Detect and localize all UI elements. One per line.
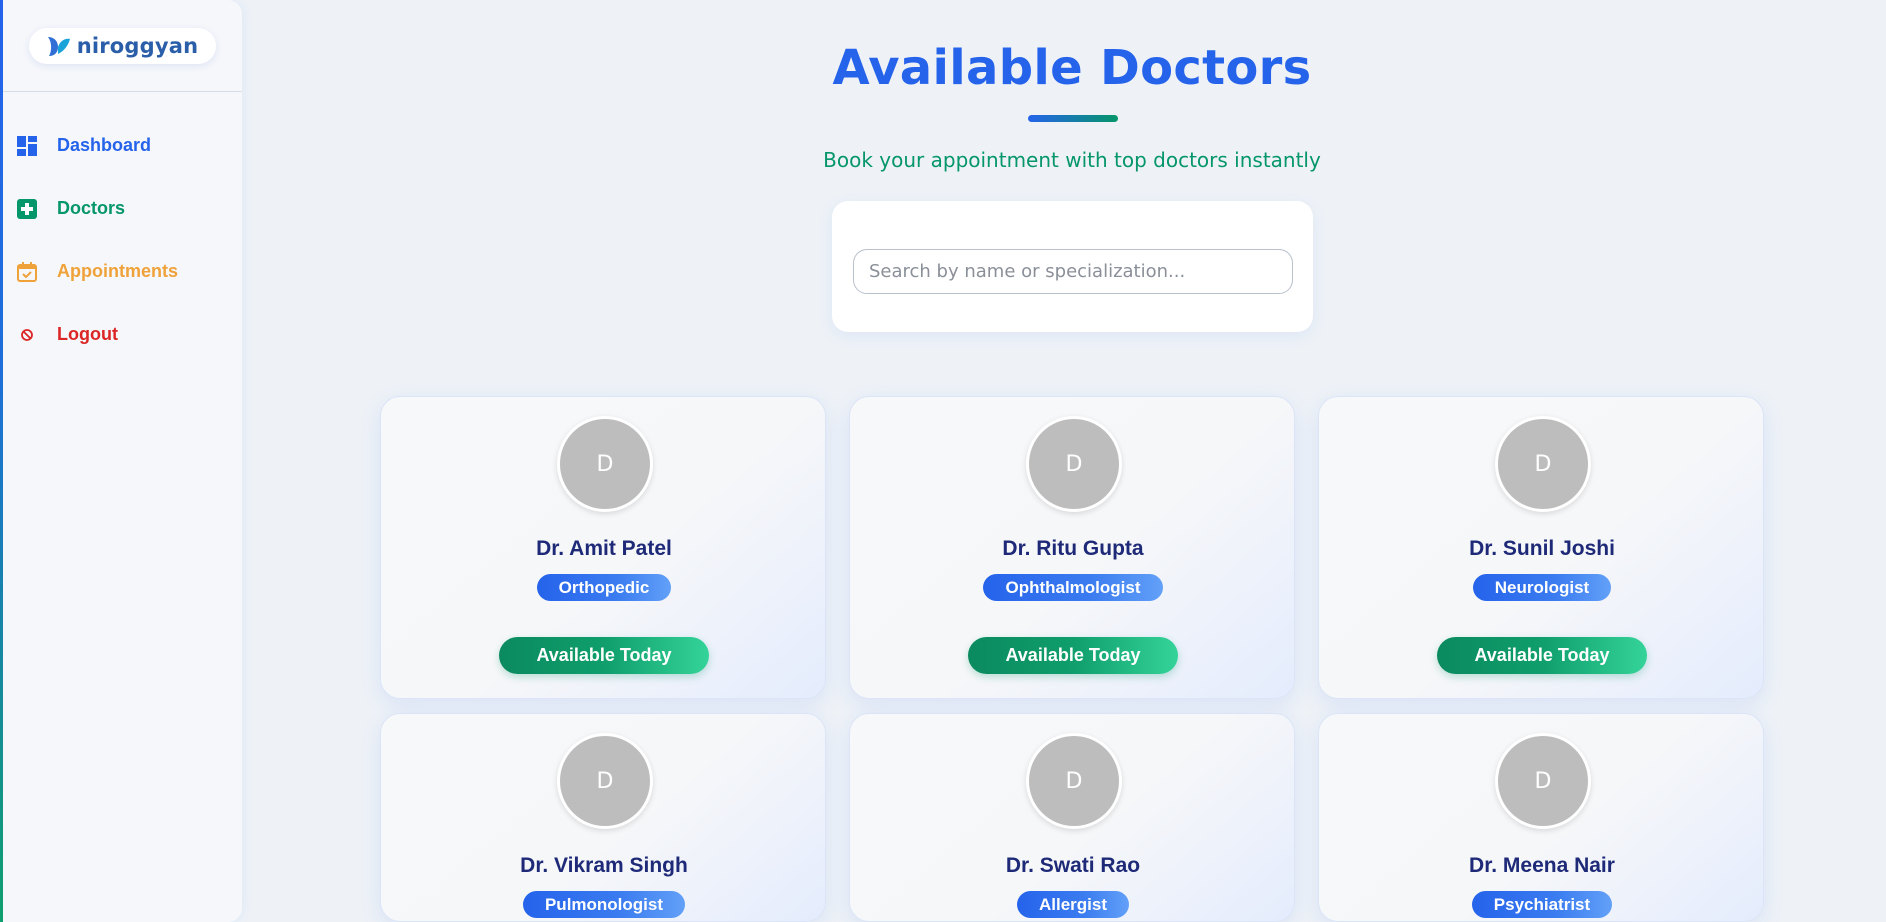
app-root: niroggyan Dashboard Doctors Appointments…: [0, 0, 1886, 922]
avatar: D: [1495, 416, 1591, 512]
page-title: Available Doctors: [832, 40, 1312, 96]
logout-icon: [15, 323, 39, 347]
available-today-button[interactable]: Available Today: [968, 637, 1178, 674]
doctor-name: Dr. Vikram Singh: [520, 854, 688, 877]
doctor-card[interactable]: D Dr. Ritu Gupta Ophthalmologist Availab…: [849, 396, 1295, 699]
available-today-button[interactable]: Available Today: [1437, 637, 1647, 674]
dashboard-icon: [15, 134, 39, 158]
avatar: D: [557, 416, 653, 512]
sidebar-item-label: Dashboard: [57, 135, 152, 155]
brand-logo-icon: [47, 36, 70, 56]
brand-logo[interactable]: niroggyan: [28, 27, 217, 64]
specialization-badge: Pulmonologist: [522, 891, 686, 918]
sidebar-item-label: Doctors: [57, 198, 126, 218]
doctor-card[interactable]: D Dr. Vikram Singh Pulmonologist: [380, 713, 826, 922]
avatar: D: [557, 733, 653, 829]
sidebar-item-doctors[interactable]: Doctors: [3, 177, 242, 240]
doctor-name: Dr. Sunil Joshi: [1469, 537, 1615, 560]
doctor-name: Dr. Swati Rao: [1005, 854, 1141, 877]
sidebar-item-dashboard[interactable]: Dashboard: [3, 114, 242, 177]
calendar-check-icon: [15, 260, 39, 284]
specialization-badge: Ophthalmologist: [983, 574, 1163, 601]
main-content: Available Doctors Book your appointment …: [242, 0, 1886, 922]
logo-area: niroggyan: [3, 0, 242, 92]
doctor-card[interactable]: D Dr. Meena Nair Psychiatrist: [1318, 713, 1764, 922]
sidebar-item-label: Logout: [57, 324, 118, 344]
specialization-badge: Allergist: [1016, 891, 1130, 918]
doctor-card[interactable]: D Dr. Amit Patel Orthopedic Available To…: [380, 396, 826, 699]
sidebar-nav: Dashboard Doctors Appointments Logout: [3, 114, 242, 366]
avatar: D: [1026, 416, 1122, 512]
specialization-badge: Orthopedic: [536, 574, 672, 601]
specialization-badge: Neurologist: [1472, 574, 1612, 601]
doctor-card[interactable]: D Dr. Sunil Joshi Neurologist Available …: [1318, 396, 1764, 699]
doctor-card[interactable]: D Dr. Swati Rao Allergist: [849, 713, 1295, 922]
title-underline: [1028, 115, 1118, 122]
brand-name: niroggyan: [76, 33, 199, 58]
doctor-name: Dr. Amit Patel: [536, 537, 672, 560]
doctor-name: Dr. Ritu Gupta: [1002, 537, 1144, 560]
sidebar-item-appointments[interactable]: Appointments: [3, 240, 242, 303]
page-subtitle: Book your appointment with top doctors i…: [823, 148, 1321, 172]
avatar: D: [1026, 733, 1122, 829]
sidebar-item-label: Appointments: [57, 261, 178, 281]
sidebar-item-logout[interactable]: Logout: [3, 303, 242, 366]
search-card: [832, 201, 1313, 332]
avatar: D: [1495, 733, 1591, 829]
available-today-button[interactable]: Available Today: [499, 637, 709, 674]
doctor-name: Dr. Meena Nair: [1469, 854, 1615, 877]
specialization-badge: Psychiatrist: [1471, 891, 1613, 918]
sidebar: niroggyan Dashboard Doctors Appointments…: [0, 0, 242, 922]
medical-cross-icon: [15, 197, 39, 221]
search-input[interactable]: [853, 249, 1293, 294]
